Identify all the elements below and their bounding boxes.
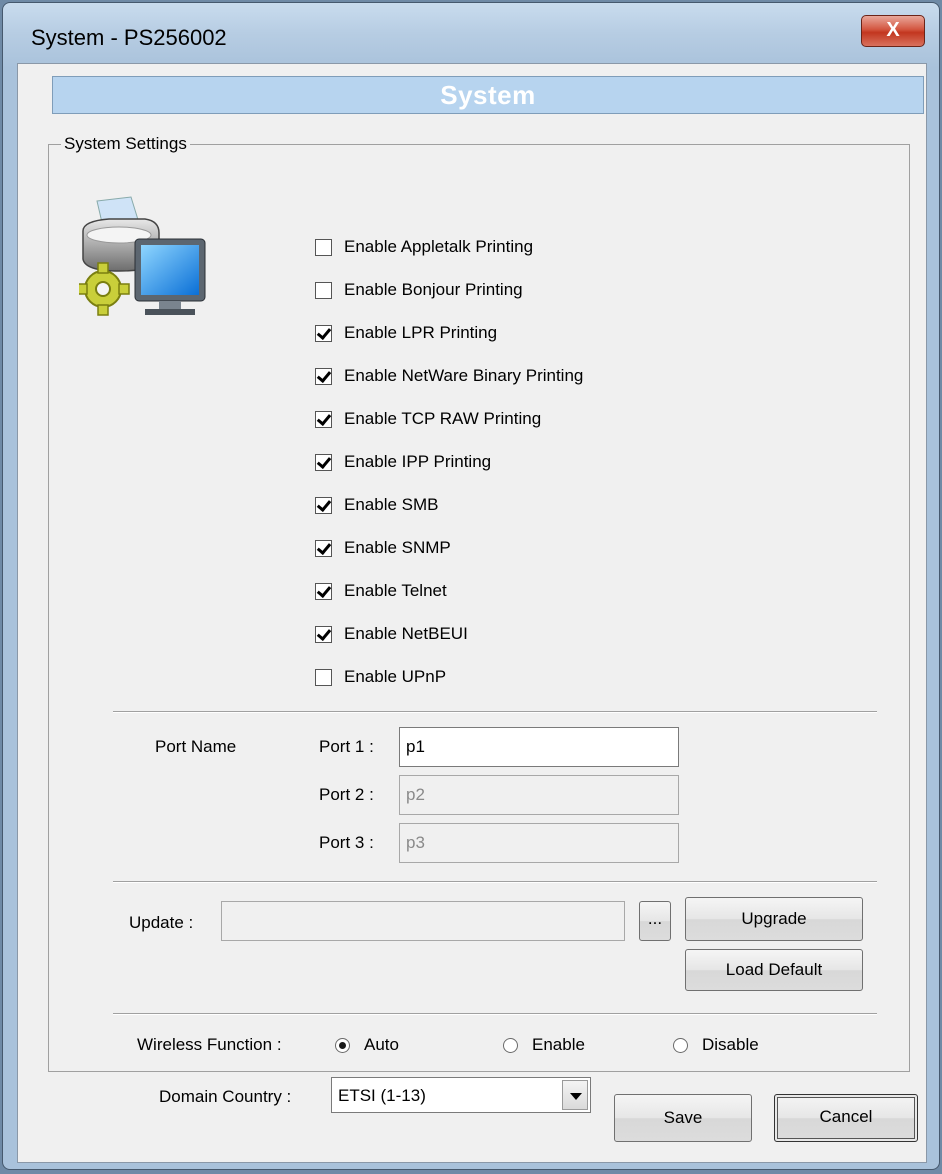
radio-label: Enable: [532, 1035, 585, 1054]
smb-checkbox[interactable]: [315, 496, 332, 514]
upnp-checkbox[interactable]: [315, 668, 332, 686]
close-icon: X: [886, 19, 900, 41]
tcp-raw-checkbox[interactable]: [315, 410, 332, 428]
option-snmp[interactable]: Enable SNMP: [315, 536, 451, 560]
option-telnet[interactable]: Enable Telnet: [315, 579, 447, 603]
section-banner: System: [52, 76, 924, 114]
chevron-down-icon[interactable]: [562, 1080, 588, 1110]
netware-checkbox[interactable]: [315, 367, 332, 385]
wireless-enable-option[interactable]: Enable: [503, 1035, 585, 1055]
option-label: Enable Bonjour Printing: [344, 280, 523, 299]
snmp-checkbox[interactable]: [315, 539, 332, 557]
cancel-button[interactable]: Cancel: [774, 1094, 918, 1142]
printer-monitor-gear-icon: [79, 196, 206, 316]
disable-radio[interactable]: [673, 1037, 688, 1053]
lpr-checkbox[interactable]: [315, 324, 332, 342]
option-label: Enable IPP Printing: [344, 452, 492, 471]
port-3-input: p3: [399, 823, 679, 863]
port-1-input[interactable]: p1: [399, 727, 679, 767]
browse-button[interactable]: ...: [639, 901, 671, 941]
option-appletalk[interactable]: Enable Appletalk Printing: [315, 235, 533, 259]
domain-country-value: ETSI (1-13): [338, 1086, 426, 1105]
system-settings-group: System Settings Enable Appletalk Printin…: [48, 134, 910, 1113]
option-bonjour[interactable]: Enable Bonjour Printing: [315, 278, 523, 302]
wireless-disable-option[interactable]: Disable: [673, 1035, 759, 1055]
option-label: Enable SNMP: [344, 538, 451, 557]
wireless-auto-option[interactable]: Auto: [335, 1035, 399, 1055]
appletalk-checkbox[interactable]: [315, 238, 332, 256]
window-title: System - PS256002: [31, 25, 227, 50]
dialog-window: System - PS256002 X System System Settin…: [2, 2, 940, 1170]
option-label: Enable LPR Printing: [344, 323, 498, 342]
option-netbeui[interactable]: Enable NetBEUI: [315, 622, 468, 646]
update-file-input[interactable]: [221, 901, 625, 941]
enable-radio[interactable]: [503, 1037, 518, 1053]
save-button[interactable]: Save: [614, 1094, 752, 1142]
auto-radio[interactable]: [335, 1037, 350, 1053]
option-lpr[interactable]: Enable LPR Printing: [315, 321, 497, 345]
radio-label: Disable: [702, 1035, 759, 1054]
close-button[interactable]: X: [861, 15, 925, 47]
radio-label: Auto: [364, 1035, 399, 1054]
load-default-button[interactable]: Load Default: [685, 949, 863, 991]
option-label: Enable NetBEUI: [344, 624, 468, 643]
port-1-label: Port 1 :: [319, 737, 374, 756]
port-name-label: Port Name: [155, 737, 237, 756]
option-smb[interactable]: Enable SMB: [315, 493, 439, 517]
netbeui-checkbox[interactable]: [315, 625, 332, 643]
option-label: Enable TCP RAW Printing: [344, 409, 542, 428]
option-tcp-raw[interactable]: Enable TCP RAW Printing: [315, 407, 541, 431]
upgrade-button[interactable]: Upgrade: [685, 897, 863, 941]
update-label: Update :: [129, 913, 194, 932]
domain-country-label: Domain Country :: [159, 1087, 292, 1106]
option-label: Enable UPnP: [344, 667, 447, 686]
domain-country-select[interactable]: ETSI (1-13): [331, 1077, 591, 1113]
port-2-label: Port 2 :: [319, 785, 374, 804]
option-netware[interactable]: Enable NetWare Binary Printing: [315, 364, 583, 388]
port-2-input: p2: [399, 775, 679, 815]
option-upnp[interactable]: Enable UPnP: [315, 665, 446, 689]
option-label: Enable NetWare Binary Printing: [344, 366, 584, 385]
ipp-checkbox[interactable]: [315, 453, 332, 471]
option-label: Enable Appletalk Printing: [344, 237, 534, 256]
option-ipp[interactable]: Enable IPP Printing: [315, 450, 491, 474]
option-label: Enable Telnet: [344, 581, 447, 600]
port-3-label: Port 3 :: [319, 833, 374, 852]
telnet-checkbox[interactable]: [315, 582, 332, 600]
wireless-function-label: Wireless Function :: [137, 1035, 282, 1054]
bonjour-checkbox[interactable]: [315, 281, 332, 299]
group-title: System Settings: [61, 134, 190, 154]
divider: [113, 881, 877, 883]
option-label: Enable SMB: [344, 495, 439, 514]
divider: [113, 711, 877, 713]
divider: [113, 1013, 877, 1015]
dialog-client-area: System System Settings Enable Appletalk …: [17, 63, 927, 1163]
